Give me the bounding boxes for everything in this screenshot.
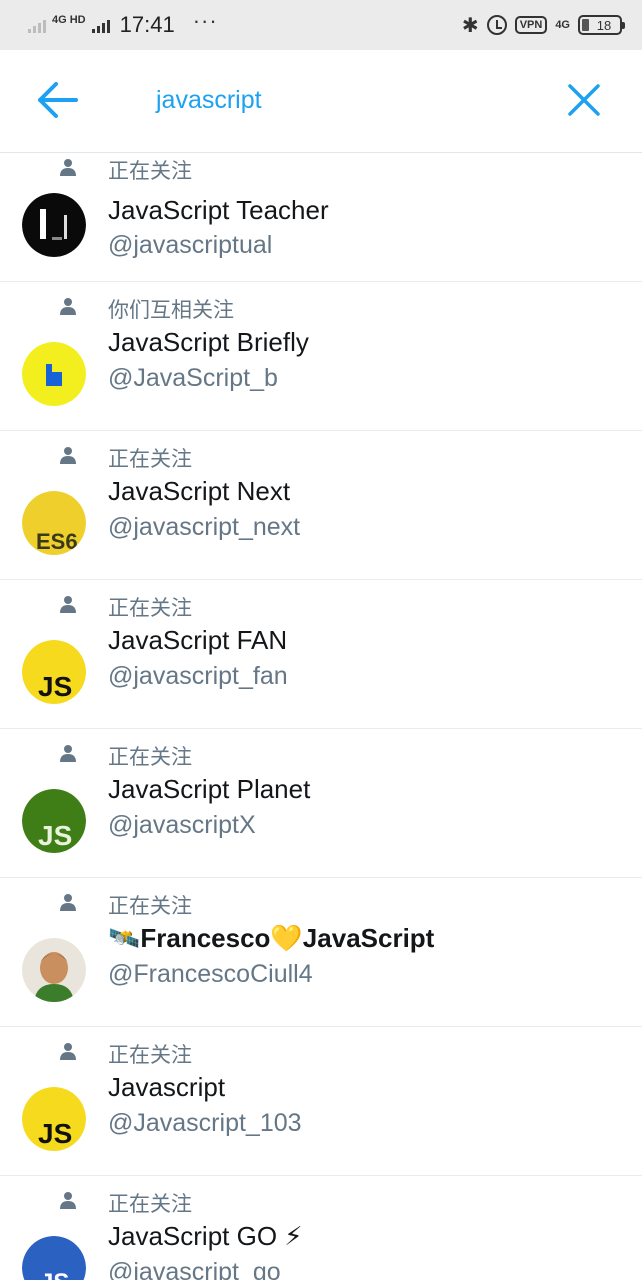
- follow-status-label: 正在关注: [108, 1043, 192, 1067]
- user-handle: @javascript_go: [108, 1258, 281, 1280]
- display-name: JavaScript Planet: [108, 774, 311, 804]
- user-handle: @javascript_next: [108, 513, 301, 541]
- follow-status-row: 你们互相关注: [0, 292, 642, 322]
- battery-icon: 18: [578, 15, 625, 35]
- display-name: JavaScript FAN: [108, 625, 288, 655]
- follow-status-label: 正在关注: [108, 447, 192, 471]
- vpn-badge: VPN: [514, 16, 548, 34]
- follow-status-label: 正在关注: [108, 159, 192, 183]
- js-green-avatar-icon: JS: [22, 789, 86, 853]
- follow-status-row: 正在关注: [0, 1186, 642, 1216]
- follow-status-label: 正在关注: [108, 745, 192, 769]
- avatar[interactable]: JS: [22, 789, 86, 853]
- js-yellow-avatar-icon: JS: [22, 1087, 86, 1151]
- person-icon: [60, 298, 76, 315]
- user-result-item[interactable]: 正在关注 JS JavaScript GO ⚡ @javascript_go: [0, 1176, 642, 1280]
- js-blue-avatar-icon: JS: [22, 1236, 86, 1280]
- black-avatar-icon: [22, 193, 86, 257]
- person-icon: [60, 596, 76, 613]
- back-button[interactable]: [36, 80, 80, 120]
- avatar[interactable]: ES6: [22, 491, 86, 555]
- user-handle: @JavaScript_b: [108, 364, 278, 392]
- user-result-item[interactable]: 你们互相关注 JavaScript Briefly @JavaScript_b: [0, 282, 642, 431]
- user-result-list: 正在关注 JavaScript Teacher @javascriptual 你…: [0, 153, 642, 1280]
- mobile-data-icon: 4G: [555, 19, 570, 31]
- network-type: 4G HD: [52, 14, 86, 26]
- clear-search-button[interactable]: [566, 82, 602, 118]
- search-query-input[interactable]: javascript: [156, 86, 262, 115]
- svg-text:ES6: ES6: [36, 529, 78, 554]
- follow-status-row: 正在关注: [0, 739, 642, 769]
- follow-status-row: 正在关注: [0, 1037, 642, 1067]
- follow-status-row: 正在关注: [0, 888, 642, 918]
- follow-status-row: 正在关注: [0, 441, 642, 471]
- svg-text:JS: JS: [38, 671, 72, 702]
- person-icon: [60, 745, 76, 762]
- close-icon: [568, 84, 600, 116]
- follow-status-label: 你们互相关注: [108, 298, 234, 322]
- signal-weak-icon: [28, 17, 46, 33]
- user-handle: @javascript_fan: [108, 662, 288, 690]
- user-result-item[interactable]: 正在关注 JavaScript Teacher @javascriptual: [0, 153, 642, 282]
- follow-status-row: 正在关注: [0, 153, 642, 183]
- person-icon: [60, 447, 76, 464]
- battery-level: 18: [596, 17, 612, 33]
- arrow-left-icon: [38, 82, 78, 118]
- svg-text:JS: JS: [40, 1269, 69, 1280]
- avatar[interactable]: [22, 938, 86, 1002]
- person-icon: [60, 1043, 76, 1060]
- follow-status-label: 正在关注: [108, 596, 192, 620]
- follow-status-row: 正在关注: [0, 590, 642, 620]
- status-bar: 4G HD 17:41 ··· ✱ VPN 4G 18: [0, 0, 642, 50]
- person-icon: [60, 894, 76, 911]
- user-result-item[interactable]: 正在关注 JS JavaScript FAN @javascript_fan: [0, 580, 642, 729]
- display-name: Javascript: [108, 1072, 226, 1102]
- js-yellow-avatar-icon: JS: [22, 640, 86, 704]
- avatar[interactable]: JS: [22, 1087, 86, 1151]
- person-icon: [60, 1192, 76, 1209]
- user-handle: @Javascript_103: [108, 1109, 302, 1137]
- svg-text:JS: JS: [38, 1118, 72, 1149]
- user-result-item[interactable]: 正在关注 JS JavaScript Planet @javascriptX: [0, 729, 642, 878]
- svg-text:JS: JS: [38, 820, 72, 851]
- avatar[interactable]: [22, 342, 86, 406]
- user-result-item[interactable]: 正在关注 🛰️Francesco💛JavaScript @FrancescoCi…: [0, 878, 642, 1027]
- es6-avatar-icon: ES6: [22, 491, 86, 555]
- search-header: javascript: [0, 50, 642, 153]
- display-name: JavaScript Teacher: [108, 195, 329, 225]
- yellow-b-avatar-icon: [22, 342, 86, 406]
- follow-status-label: 正在关注: [108, 1192, 192, 1216]
- user-result-item[interactable]: 正在关注 ES6 JavaScript Next @javascript_nex…: [0, 431, 642, 580]
- alarm-icon: [486, 15, 507, 35]
- signal-strong-icon: [91, 17, 110, 33]
- bluetooth-icon: ✱: [461, 14, 479, 37]
- display-name: JavaScript Briefly: [108, 327, 309, 357]
- follow-status-label: 正在关注: [108, 894, 192, 918]
- avatar[interactable]: JS: [22, 1236, 86, 1280]
- person-icon: [60, 159, 76, 176]
- user-result-item[interactable]: 正在关注 JS Javascript @Javascript_103: [0, 1027, 642, 1176]
- more-notifications-icon: ···: [192, 8, 218, 33]
- user-handle: @javascriptual: [108, 231, 273, 259]
- display-name: JavaScript Next: [108, 476, 291, 506]
- display-name: JavaScript GO ⚡: [108, 1221, 303, 1251]
- user-handle: @javascriptX: [108, 811, 256, 839]
- avatar[interactable]: [22, 193, 86, 257]
- avatar[interactable]: JS: [22, 640, 86, 704]
- clock: 17:41: [119, 12, 175, 37]
- user-handle: @FrancescoCiull4: [108, 960, 313, 988]
- display-name: 🛰️Francesco💛JavaScript: [108, 923, 435, 953]
- photo-avatar-icon: [22, 938, 86, 1002]
